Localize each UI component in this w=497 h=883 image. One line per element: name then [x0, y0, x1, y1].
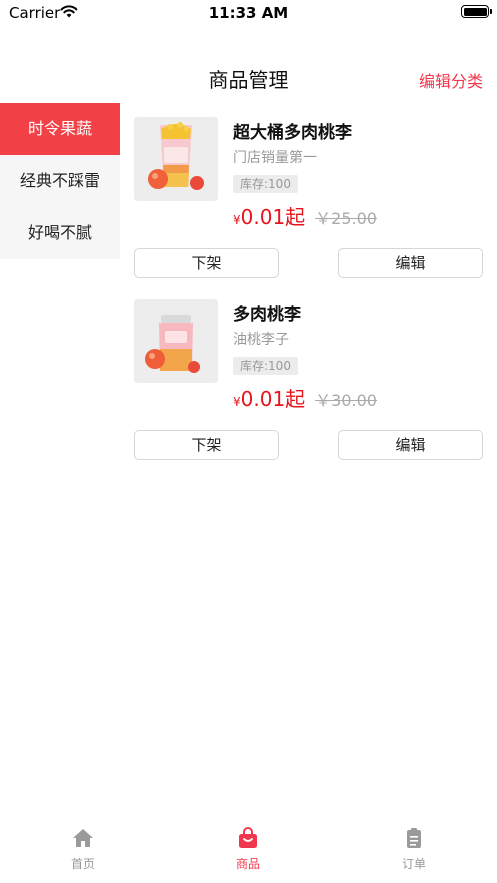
tab-label: 订单: [401, 857, 426, 871]
stock-badge: 库存:100: [233, 175, 298, 193]
tab-bar: 首页 商品 订单: [0, 823, 497, 883]
take-down-button[interactable]: 下架: [134, 430, 279, 460]
product-description: 油桃李子: [233, 332, 289, 348]
edit-category-button[interactable]: 编辑分类: [419, 68, 483, 92]
edit-product-button[interactable]: 编辑: [338, 430, 483, 460]
take-down-button[interactable]: 下架: [134, 248, 279, 278]
currency-symbol: ¥: [233, 395, 241, 409]
price-row: ¥0.01起 ￥30.00: [233, 383, 377, 411]
tab-orders[interactable]: 订单: [364, 827, 464, 872]
product-image[interactable]: [134, 299, 218, 383]
category-sidebar: 时令果蔬 经典不踩雷 好喝不腻: [0, 103, 120, 259]
price-row: ¥0.01起 ￥25.00: [233, 201, 377, 229]
status-bar: Carrier 11:33 AM: [0, 0, 497, 26]
home-icon: [73, 829, 93, 847]
product-price: 0.01起: [240, 387, 306, 411]
product-name: 超大桶多肉桃李: [233, 123, 352, 143]
currency-symbol: ¥: [233, 213, 241, 227]
original-price: ￥30.00: [315, 391, 377, 410]
product-name: 多肉桃李: [233, 305, 301, 325]
product-card: 超大桶多肉桃李 门店销量第一 库存:100 ¥0.01起 ￥25.00 下架 编辑: [134, 117, 483, 282]
clipboard-icon: [407, 828, 421, 848]
product-image[interactable]: [134, 117, 218, 201]
sidebar-item-seasonal[interactable]: 时令果蔬: [0, 103, 120, 155]
product-description: 门店销量第一: [233, 150, 317, 166]
sidebar-item-classic[interactable]: 经典不踩雷: [0, 155, 120, 207]
edit-product-button[interactable]: 编辑: [338, 248, 483, 278]
tab-label: 商品: [235, 857, 260, 871]
product-card: 多肉桃李 油桃李子 库存:100 ¥0.01起 ￥30.00 下架 编辑: [134, 299, 483, 464]
sidebar-item-refreshing[interactable]: 好喝不腻: [0, 207, 120, 259]
stock-badge: 库存:100: [233, 357, 298, 375]
tab-label: 首页: [70, 857, 95, 871]
tab-products[interactable]: 商品: [198, 827, 298, 872]
bag-icon: [239, 827, 257, 848]
status-time: 11:33 AM: [208, 4, 289, 22]
battery-icon: [461, 5, 492, 18]
product-price: 0.01起: [240, 205, 306, 229]
original-price: ￥25.00: [315, 209, 377, 228]
tab-home[interactable]: 首页: [33, 827, 133, 872]
